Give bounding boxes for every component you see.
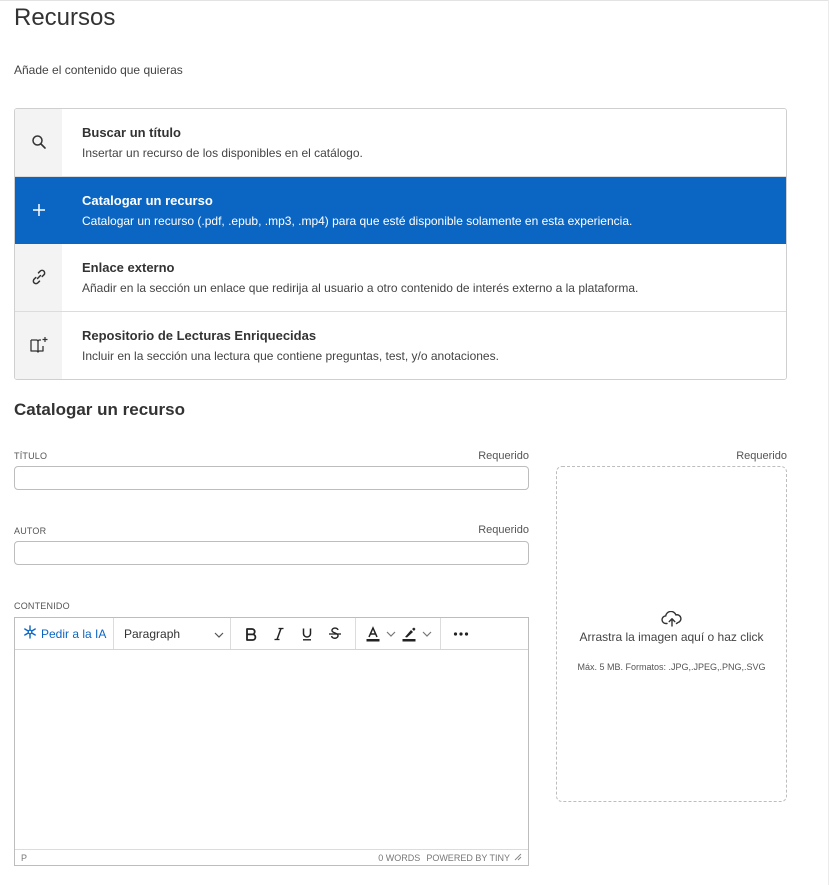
resize-handle-icon[interactable] bbox=[514, 853, 522, 863]
more-group bbox=[441, 618, 481, 649]
resource-options-list: Buscar un título Insertar un recurso de … bbox=[14, 108, 787, 380]
author-required: Requerido bbox=[478, 524, 529, 536]
powered-by-link[interactable]: POWERED BY TINY bbox=[426, 853, 510, 863]
title-label: TÍTULO bbox=[14, 451, 48, 461]
bold-icon[interactable] bbox=[237, 621, 265, 647]
element-path[interactable]: P bbox=[21, 853, 27, 863]
option-search-title[interactable]: Buscar un título Insertar un recurso de … bbox=[15, 109, 786, 177]
option-description: Insertar un recurso de los disponibles e… bbox=[82, 146, 363, 160]
editor-toolbar: Pedir a la IA Paragraph bbox=[15, 618, 528, 650]
plus-icon bbox=[15, 176, 62, 243]
page-title: Recursos bbox=[14, 4, 116, 31]
block-format-select[interactable]: Paragraph bbox=[114, 618, 231, 649]
chevron-down-icon bbox=[214, 627, 224, 641]
author-input[interactable] bbox=[14, 541, 529, 565]
option-catalog-resource[interactable]: Catalogar un recurso Catalogar un recurs… bbox=[15, 176, 786, 244]
word-count[interactable]: 0 WORDS bbox=[378, 853, 420, 863]
content-label: CONTENIDO bbox=[14, 601, 70, 611]
section-title: Catalogar un recurso bbox=[14, 400, 185, 419]
option-title: Catalogar un recurso bbox=[82, 192, 213, 208]
option-enriched-readings[interactable]: Repositorio de Lecturas Enriquecidas Inc… bbox=[15, 311, 786, 379]
image-required: Requerido bbox=[736, 450, 787, 462]
search-icon bbox=[15, 109, 62, 176]
image-dropzone[interactable]: Arrastra la imagen aquí o haz click Máx.… bbox=[556, 466, 787, 802]
title-required: Requerido bbox=[478, 450, 529, 462]
title-input[interactable] bbox=[14, 466, 529, 490]
dropzone-text: Arrastra la imagen aquí o haz click bbox=[579, 630, 764, 644]
author-label: AUTOR bbox=[14, 526, 47, 536]
ai-sparkle-icon bbox=[23, 625, 37, 642]
option-description: Añadir en la sección un enlace que redir… bbox=[82, 281, 639, 295]
ai-button[interactable]: Pedir a la IA bbox=[15, 618, 114, 649]
page-subtitle: Añade el contenido que quieras bbox=[14, 63, 183, 77]
chevron-down-icon[interactable] bbox=[384, 621, 398, 647]
rich-text-editor: Pedir a la IA Paragraph P 0 WORDS POWERE… bbox=[14, 617, 529, 866]
book-sparkle-icon bbox=[15, 311, 62, 379]
ai-button-label: Pedir a la IA bbox=[41, 626, 107, 641]
option-description: Catalogar un recurso (.pdf, .epub, .mp3,… bbox=[82, 213, 633, 228]
highlight-color-icon[interactable] bbox=[398, 621, 420, 647]
cloud-upload-icon bbox=[661, 610, 683, 632]
italic-icon[interactable] bbox=[265, 621, 293, 647]
top-divider bbox=[0, 0, 829, 1]
underline-icon[interactable] bbox=[293, 621, 321, 647]
chevron-down-icon[interactable] bbox=[420, 621, 434, 647]
text-color-icon[interactable] bbox=[362, 621, 384, 647]
color-group bbox=[356, 618, 441, 649]
option-external-link[interactable]: Enlace externo Añadir en la sección un e… bbox=[15, 244, 786, 312]
option-title: Repositorio de Lecturas Enriquecidas bbox=[82, 327, 317, 343]
option-title: Buscar un título bbox=[82, 125, 181, 140]
dropzone-hint: Máx. 5 MB. Formatos: .JPG,.JPEG,.PNG,.SV… bbox=[577, 662, 766, 672]
option-description: Incluir en la sección una lectura que co… bbox=[82, 348, 499, 363]
link-icon bbox=[15, 244, 62, 311]
format-group bbox=[231, 618, 356, 649]
block-format-label: Paragraph bbox=[124, 626, 181, 641]
option-title: Enlace externo bbox=[82, 260, 175, 275]
strikethrough-icon[interactable] bbox=[321, 621, 349, 647]
editor-statusbar: P 0 WORDS POWERED BY TINY bbox=[15, 849, 528, 865]
more-options-icon[interactable] bbox=[447, 621, 475, 647]
